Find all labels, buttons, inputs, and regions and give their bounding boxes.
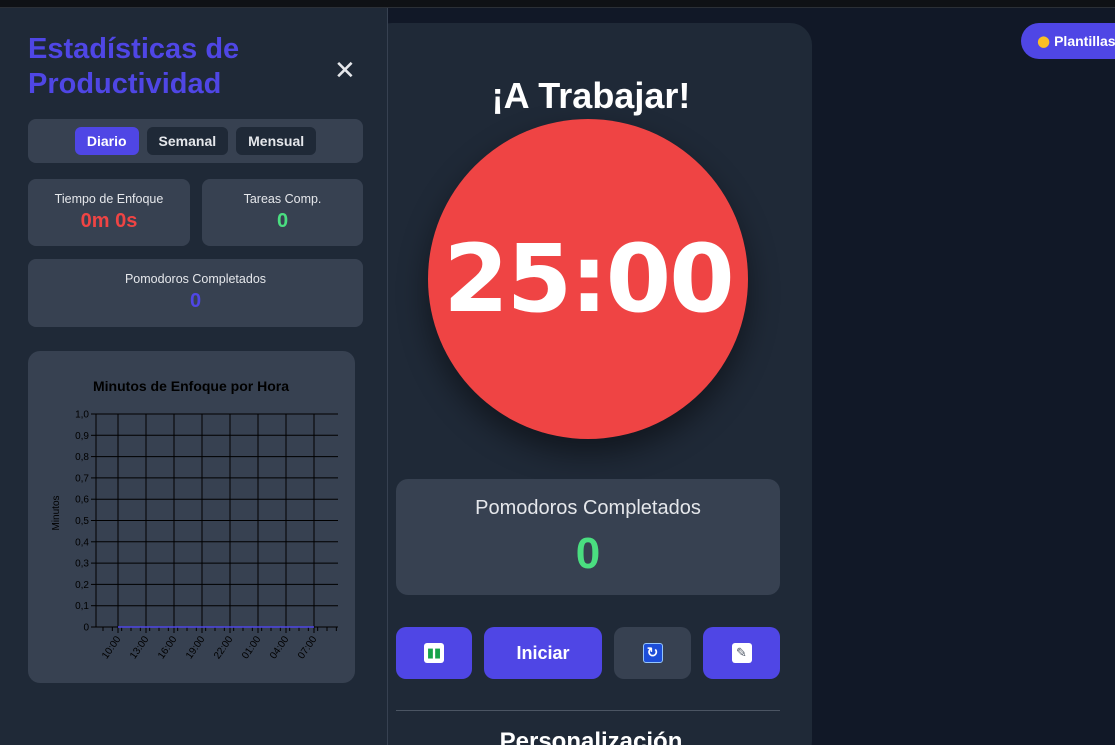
tab-semanal[interactable]: Semanal [146,127,229,155]
templates-button[interactable]: ● Plantillas [1021,23,1115,59]
divider [396,710,780,711]
chart-x-tick-label: 01:00 [240,634,264,661]
chart-y-tick-label: 0,9 [75,431,89,442]
focus-chart: Minutos de Enfoque por Hora Minutos 0 0,1… [51,378,338,661]
templates-label: Plantillas [1054,33,1115,49]
chart-y-tick-label: 1,0 [75,410,89,421]
focus-time-label: Tiempo de Enfoque [54,192,164,206]
chart-x-tick-label: 19:00 [184,634,208,661]
timer-display: 25:00 [443,224,734,334]
focus-time-value: 0m 0s [80,210,138,232]
sidebar-pomodoros-card: Pomodoros Completados 0 [28,259,363,327]
sidebar-pomodoros-label: Pomodoros Completados [124,272,267,286]
window-top-bar [0,0,1115,8]
chart-title: Minutos de Enfoque por Hora [93,378,289,394]
pomodoros-label: Pomodoros Completados [475,497,701,519]
chart-x-tick-label: 10:00 [100,634,124,661]
chart-x-tick-label: 04:00 [268,634,292,661]
chart-grid [95,413,338,628]
notes-button[interactable]: ✎ [703,627,780,679]
focus-chart-card: Minutos de Enfoque por Hora Minutos 0 0,1… [28,351,355,683]
chart-y-axis-label: Minutos [51,495,62,530]
tab-diario[interactable]: Diario [74,127,139,155]
reset-button[interactable]: ↻ [614,627,691,679]
stats-button[interactable]: ▮▮ [396,627,472,679]
chart-y-tick-label: 0,4 [75,537,89,548]
chart-y-tick-label: 0,6 [75,495,89,506]
chart-x-tick-label: 16:00 [156,634,180,661]
tasks-value: 0 [276,210,289,232]
tasks-label: Tareas Comp. [243,192,322,206]
chart-x-tick-label: 07:00 [296,634,320,661]
timer-circle[interactable]: 25:00 [428,119,748,439]
tab-mensual[interactable]: Mensual [236,127,317,155]
chart-y-tick-label: 0,5 [75,516,89,527]
stats-sidebar: Estadísticas de Productividad ✕ Diario S… [0,8,388,745]
session-title: ¡A Trabajar! [491,75,691,116]
chart-x-ticks: 10:00 13:00 16:00 19:00 22:00 01:00 04:00 07:00 [100,627,337,661]
chart-y-tick-label: 0,1 [75,601,89,612]
tasks-card: Tareas Comp. 0 [202,179,363,246]
memo-icon: ✎ [731,643,752,663]
personalization-heading: Personalización [499,728,683,745]
focus-time-card: Tiempo de Enfoque 0m 0s [28,179,190,246]
chart-y-tick-label: 0,2 [75,580,89,591]
chart-y-tick-label: 0,3 [75,559,89,570]
close-icon[interactable]: ✕ [334,56,356,86]
start-button[interactable]: Iniciar [484,627,602,679]
pomodoros-card: Pomodoros Completados 0 [396,479,780,595]
sidebar-title: Estadísticas de Productividad [28,33,240,100]
palette-icon: ● [1037,32,1051,50]
chart-y-tick-label: 0,8 [75,452,89,463]
pomodoros-count: 0 [575,529,601,578]
period-tabs: Diario Semanal Mensual [28,119,363,163]
chart-y-tick-label: 0,7 [75,473,89,484]
refresh-icon: ↻ [642,643,663,663]
sidebar-pomodoros-value: 0 [189,290,202,312]
chart-x-tick-label: 13:00 [128,634,152,661]
timer-card: ¡A Trabajar! 25:00 Pomodoros Completados… [370,23,812,745]
bar-chart-icon: ▮▮ [424,643,444,663]
chart-y-tick-label: 0 [83,623,89,634]
chart-x-tick-label: 22:00 [212,634,236,661]
chart-y-ticks: 0 0,1 0,2 0,3 0,4 0,5 0,6 0,7 0,8 0,9 1,0 [75,410,96,634]
